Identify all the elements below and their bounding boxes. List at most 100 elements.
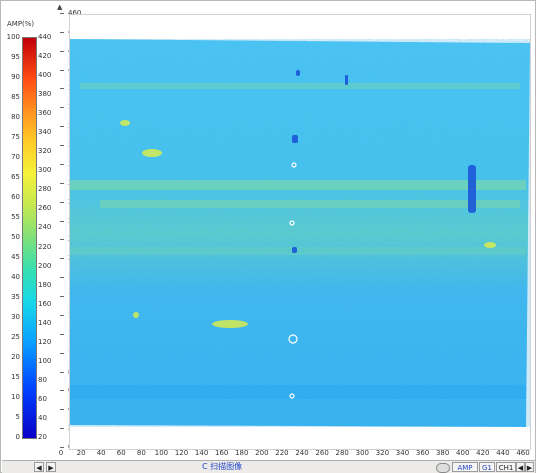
y-axis-tick-mark	[60, 31, 64, 33]
x-axis-tick-label: 180	[235, 449, 249, 457]
status-bar: ◀ ▶ C 扫描图像 AMP G1 CH1 ◀ ▶	[2, 460, 535, 473]
legend-right-tick: 140	[38, 318, 52, 327]
legend-right-tick: 420	[38, 52, 52, 61]
legend-right-tick: 160	[38, 299, 52, 308]
legend-right-tick: 200	[38, 261, 52, 270]
legend-left-tick: 70	[11, 153, 20, 161]
x-axis-tick-label: 460	[516, 449, 530, 457]
y-axis-tick-mark	[60, 352, 64, 354]
y-axis-tick-mark	[60, 163, 64, 165]
legend-left-tick: 65	[11, 173, 20, 181]
x-axis-tick-label: 360	[415, 449, 430, 457]
y-axis-tick-mark	[60, 13, 64, 14]
gate-button[interactable]: G1	[479, 462, 495, 472]
y-axis: ▲ 46044042040038036034032030028026024022…	[56, 3, 81, 451]
legend-right-tick: 220	[38, 242, 52, 251]
y-axis-tick-mark	[60, 220, 64, 222]
x-axis-tick-label: 280	[335, 449, 349, 457]
color-scale-bar	[22, 37, 37, 439]
x-axis-tick-label: 240	[295, 449, 309, 457]
legend-left-tick: 95	[11, 53, 20, 61]
x-axis-tick-label: 440	[496, 449, 510, 457]
amp-mode-button[interactable]: AMP	[452, 462, 478, 472]
y-axis-tick-mark	[60, 409, 64, 411]
y-axis-up-arrow-icon: ▲	[57, 3, 63, 11]
y-axis-tick-mark	[60, 447, 64, 448]
legend-left-tick: 15	[11, 373, 20, 381]
y-axis-tick-mark	[60, 390, 64, 392]
legend-header: AMP(%)	[7, 20, 35, 28]
x-axis-tick-label: 220	[275, 449, 289, 457]
x-axis-tick-label: 200	[255, 449, 269, 457]
y-axis-tick-mark	[60, 258, 64, 260]
toggle-switch[interactable]	[436, 463, 450, 473]
legend-right-tick: 320	[38, 147, 52, 156]
legend-right-tick: 440	[38, 33, 52, 41]
legend-left-tick: 55	[11, 213, 20, 221]
scroll-right-button[interactable]: ▶	[46, 462, 56, 472]
y-axis-tick-mark	[60, 145, 64, 147]
legend-left-tick: 50	[11, 233, 20, 241]
y-axis-tick-mark	[60, 182, 64, 184]
y-axis-tick-mark	[60, 201, 64, 203]
x-axis-tick-label: 300	[355, 449, 369, 457]
legend-right-tick: 240	[38, 223, 52, 232]
y-axis-tick-mark	[60, 296, 64, 298]
scan-noise	[70, 39, 530, 427]
x-axis-tick-label: 0	[58, 449, 64, 457]
color-scale-legend: AMP(%) 100 95 90 85 80 75 70 65 60 55 50 45 40 35 30 25…	[3, 18, 53, 443]
legend-right-tick: 360	[38, 109, 52, 118]
x-axis-tick-label: 140	[194, 449, 209, 457]
legend-left-tick: 45	[11, 253, 20, 261]
scan-view-window: AMP(%) 100 95 90 85 80 75 70 65 60 55 50 45 40 35 30 25…	[0, 0, 536, 473]
legend-left-tick: 90	[11, 73, 20, 81]
x-axis-tick-label: 80	[136, 449, 146, 457]
legend-right-tick: 400	[38, 71, 52, 80]
prev-channel-button[interactable]: ◀	[516, 462, 525, 472]
legend-left-tick: 40	[11, 273, 20, 281]
c-scan-plot[interactable]	[69, 14, 531, 450]
y-axis-tick-mark	[60, 88, 64, 90]
next-channel-button[interactable]: ▶	[525, 462, 534, 472]
legend-left-tick: 35	[11, 293, 20, 301]
y-axis-tick-mark	[60, 277, 64, 279]
x-axis-tick-label: 400	[456, 449, 470, 457]
legend-left-tick: 10	[11, 393, 20, 401]
x-axis-tick-label: 380	[435, 449, 450, 457]
legend-right-tick: 60	[38, 394, 47, 403]
legend-left-tick: 60	[11, 193, 20, 201]
legend-right-tick: 40	[38, 413, 47, 422]
y-axis-tick-mark	[60, 239, 64, 241]
x-axis-tick-label: 120	[174, 449, 189, 457]
y-axis-tick-mark	[60, 428, 64, 430]
y-axis-tick-mark	[60, 107, 64, 109]
x-axis-tick-label: 60	[116, 449, 126, 457]
legend-left-tick: 25	[11, 333, 20, 341]
channel-button[interactable]: CH1	[496, 462, 516, 472]
scroll-left-button[interactable]: ◀	[34, 462, 44, 472]
legend-left-tick: 20	[11, 353, 20, 361]
y-axis-tick-mark	[60, 333, 64, 335]
legend-right-tick: 80	[38, 375, 47, 384]
legend-right-tick: 300	[38, 166, 52, 175]
legend-right-tick: 340	[38, 128, 52, 137]
legend-left-tick: 30	[11, 313, 20, 321]
legend-left-tick: 80	[11, 113, 20, 121]
c-scan-image	[70, 39, 530, 427]
legend-left-tick: 85	[11, 93, 20, 101]
y-axis-tick-mark	[60, 126, 64, 128]
legend-right-tick: 180	[38, 280, 52, 289]
legend-left-tick: 75	[11, 133, 20, 141]
x-axis-tick-label: 320	[375, 449, 390, 457]
y-axis-tick-mark	[60, 371, 64, 373]
x-axis-tick-label: 160	[215, 449, 229, 457]
x-axis-tick-label: 40	[96, 449, 106, 457]
x-axis: 0 20 40 60 80 100 120 140 160 180 200 220 240 260 280 3…	[56, 449, 530, 459]
legend-left-tick: 5	[15, 413, 20, 421]
x-axis-tick-label: 420	[476, 449, 490, 457]
legend-right-tick: 260	[38, 204, 52, 213]
x-axis-tick-label: 20	[76, 449, 86, 457]
y-axis-tick-mark	[60, 50, 64, 52]
legend-right-tick: 280	[38, 185, 52, 194]
legend-left-tick: 100	[6, 33, 20, 41]
